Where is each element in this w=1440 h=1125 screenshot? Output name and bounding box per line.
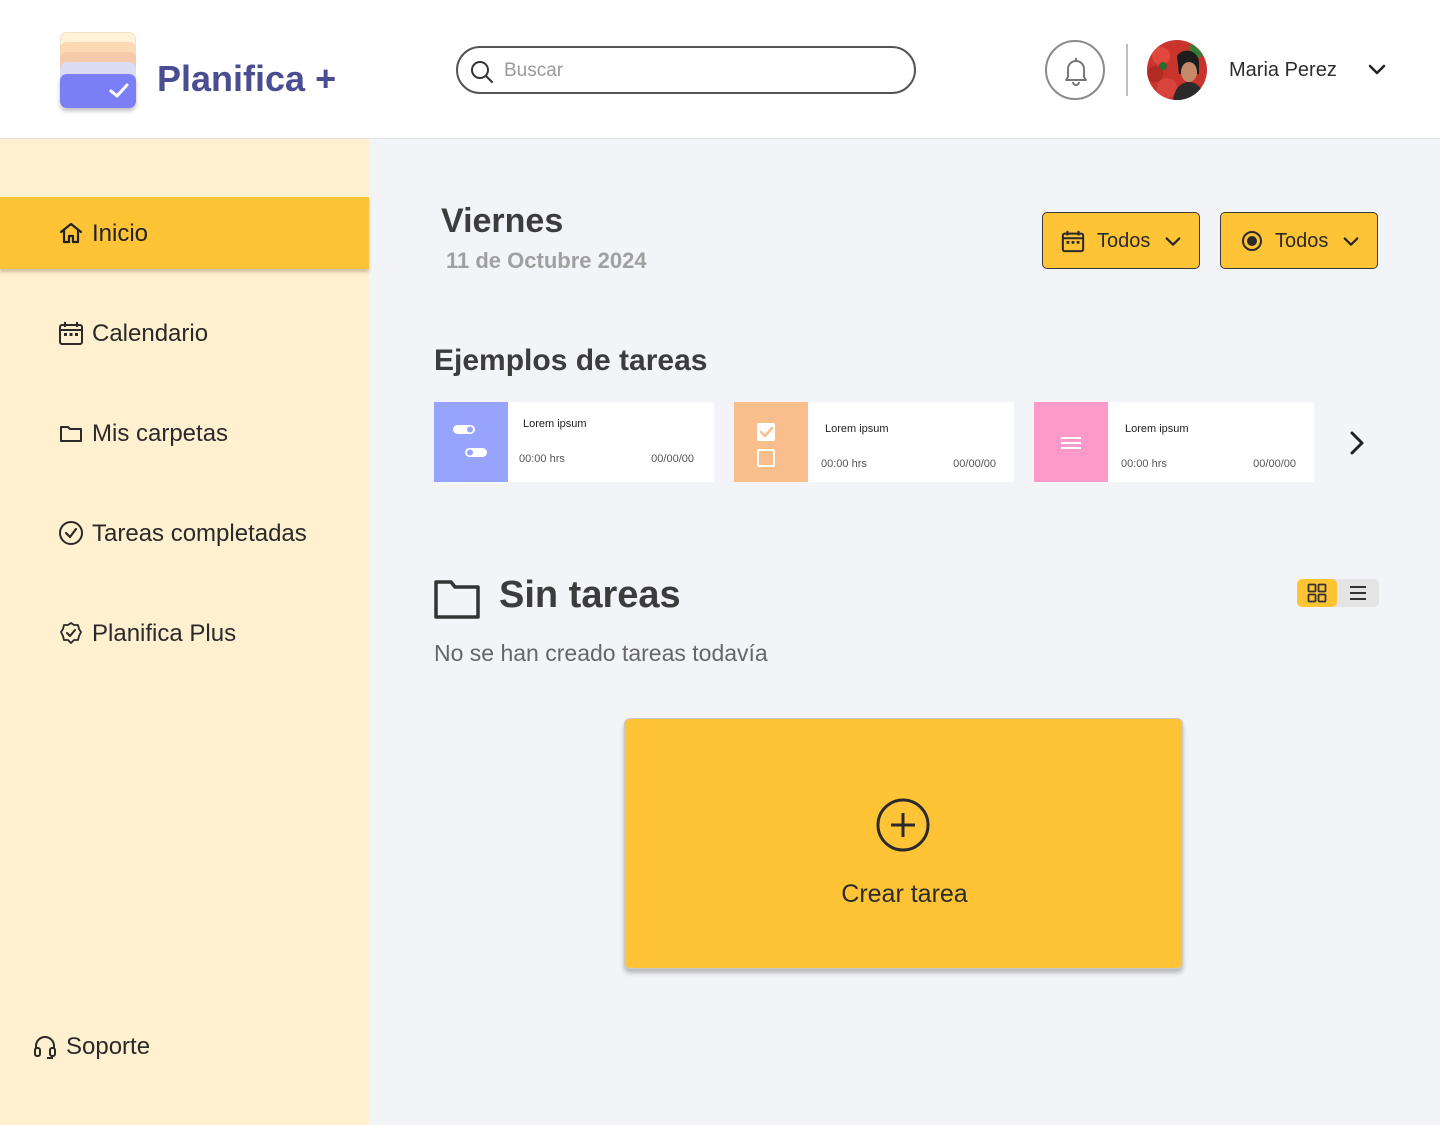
task-date: 00/00/00 bbox=[651, 453, 694, 465]
sidebar-item-label: Planifica Plus bbox=[92, 620, 237, 647]
task-time: 00:00 hrs bbox=[1121, 458, 1167, 470]
top-header: Planifica + Maria Perez bbox=[0, 0, 1440, 139]
task-date: 00/00/00 bbox=[953, 458, 996, 470]
task-time: 00:00 hrs bbox=[519, 453, 565, 465]
empty-state-title: Sin tareas bbox=[499, 574, 681, 616]
toggle-icon bbox=[453, 425, 487, 457]
menu-lines-icon bbox=[1061, 437, 1081, 449]
support-link[interactable]: Soporte bbox=[32, 1029, 232, 1065]
sidebar-item-inicio[interactable]: Inicio bbox=[0, 197, 369, 269]
headset-icon bbox=[34, 1036, 56, 1059]
sidebar-item-label: Tareas completadas bbox=[92, 520, 307, 547]
search-icon bbox=[471, 61, 493, 83]
grid-view-button[interactable] bbox=[1297, 579, 1337, 607]
header-divider bbox=[1126, 44, 1128, 96]
sidebar-item-calendario[interactable]: Calendario bbox=[0, 297, 369, 369]
sidebar-item-tareas-completadas[interactable]: Tareas completadas bbox=[0, 497, 369, 569]
task-thumb bbox=[734, 402, 808, 482]
checklist-icon bbox=[757, 423, 775, 467]
task-name: Lorem ipsum bbox=[523, 418, 587, 430]
home-icon bbox=[59, 222, 83, 244]
list-view-button[interactable] bbox=[1337, 579, 1379, 607]
filter-label: Todos bbox=[1275, 230, 1329, 252]
sidebar: Inicio Calendario Mis carpetas Tareas co… bbox=[0, 139, 369, 1125]
task-thumb bbox=[434, 402, 508, 482]
bell-icon bbox=[1065, 58, 1087, 86]
calendar-icon bbox=[1061, 230, 1085, 253]
task-name: Lorem ipsum bbox=[825, 423, 889, 435]
avatar[interactable] bbox=[1147, 40, 1207, 100]
sidebar-item-mis-carpetas[interactable]: Mis carpetas bbox=[0, 397, 369, 469]
chevron-down-icon[interactable] bbox=[1367, 60, 1387, 80]
sidebar-item-label: Inicio bbox=[92, 220, 149, 247]
calendar-icon bbox=[59, 322, 83, 345]
search-bar[interactable] bbox=[456, 46, 916, 94]
task-date: 00/00/00 bbox=[1253, 458, 1296, 470]
search-input[interactable] bbox=[504, 58, 904, 84]
task-time: 00:00 hrs bbox=[821, 458, 867, 470]
brand-name: Planifica + bbox=[157, 58, 337, 99]
task-name: Lorem ipsum bbox=[1125, 423, 1189, 435]
task-example-card[interactable]: Lorem ipsum 00:00 hrs 00/00/00 bbox=[1034, 402, 1314, 482]
sidebar-item-planifica-plus[interactable]: Planifica Plus bbox=[0, 597, 369, 669]
page-date: 11 de Octubre 2024 bbox=[446, 248, 647, 273]
support-label: Soporte bbox=[66, 1033, 151, 1060]
list-icon bbox=[1350, 586, 1366, 600]
empty-state-subtitle: No se han creado tareas todavía bbox=[434, 640, 768, 666]
sidebar-item-label: Mis carpetas bbox=[92, 420, 229, 447]
task-example-card[interactable]: Lorem ipsum 00:00 hrs 00/00/00 bbox=[434, 402, 714, 482]
task-example-card[interactable]: Lorem ipsum 00:00 hrs 00/00/00 bbox=[734, 402, 1014, 482]
sidebar-item-label: Calendario bbox=[92, 320, 209, 347]
view-toggle bbox=[1297, 579, 1379, 607]
folder-icon bbox=[434, 580, 480, 619]
folder-icon bbox=[60, 426, 82, 442]
check-circle-icon bbox=[59, 521, 83, 545]
section-title-examples: Ejemplos de tareas bbox=[434, 344, 708, 377]
task-thumb bbox=[1034, 402, 1108, 482]
date-filter-dropdown[interactable]: Todos bbox=[1042, 212, 1200, 269]
user-name: Maria Perez bbox=[1229, 59, 1337, 81]
chevron-right-icon[interactable] bbox=[1342, 428, 1372, 458]
plus-circle-icon bbox=[876, 798, 930, 852]
grid-icon bbox=[1307, 583, 1327, 603]
filter-label: Todos bbox=[1097, 230, 1151, 252]
radio-icon bbox=[1242, 231, 1262, 251]
create-task-label: Crear tarea bbox=[841, 880, 968, 908]
chevron-down-icon bbox=[1165, 237, 1181, 246]
chevron-down-icon bbox=[1343, 237, 1359, 246]
status-filter-dropdown[interactable]: Todos bbox=[1220, 212, 1378, 269]
page-title: Viernes bbox=[441, 202, 564, 240]
create-task-button[interactable]: Crear tarea bbox=[624, 718, 1183, 969]
verified-badge-icon bbox=[60, 622, 82, 644]
app-logo bbox=[58, 32, 138, 110]
notifications-button[interactable] bbox=[1045, 40, 1105, 100]
